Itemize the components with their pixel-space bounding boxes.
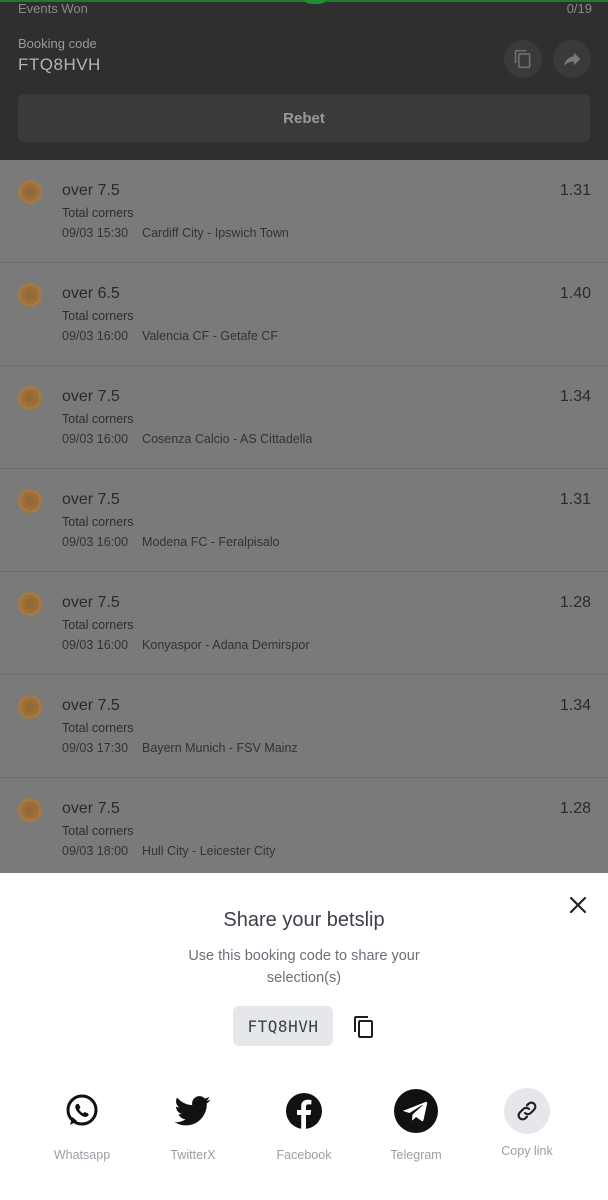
status-coin-icon: [18, 592, 42, 616]
share-twitter-button[interactable]: TwitterX: [143, 1088, 243, 1162]
selection-meta: 09/03 16:00 Valencia CF - Getafe CF: [62, 329, 278, 343]
copy-booking-code-button[interactable]: [351, 1013, 377, 1041]
selection-market: Total corners: [62, 206, 134, 220]
share-arrow-icon: [563, 52, 581, 67]
share-telegram-button[interactable]: Telegram: [366, 1088, 466, 1162]
selection-row: over 7.5 Total corners 09/03 16:00 Konyas…: [0, 572, 608, 675]
selection-pick: over 7.5: [62, 697, 120, 714]
selection-pick: over 7.5: [62, 388, 120, 405]
twitter-icon: [170, 1088, 216, 1134]
selection-pick: over 6.5: [62, 285, 120, 302]
selection-odds: 1.34: [559, 697, 591, 714]
match-time: 09/03 16:00: [62, 535, 129, 549]
selection-row: over 7.5 Total corners 09/03 15:30 Cardif…: [0, 160, 608, 263]
match-time: 09/03 16:00: [62, 638, 129, 652]
selection-pick: over 7.5: [62, 182, 120, 199]
selection-pick: over 7.5: [62, 800, 120, 817]
events-won-count: 0/19: [566, 1, 592, 16]
status-coin-icon: [18, 386, 42, 410]
selection-row: over 7.5 Total corners 09/03 16:00 Modena…: [0, 469, 608, 572]
selection-meta: 09/03 15:30 Cardiff City - Ipswich Town: [62, 226, 289, 240]
selection-pick: over 7.5: [62, 594, 120, 611]
selection-odds: 1.28: [559, 800, 591, 817]
status-coin-icon: [18, 180, 42, 204]
match-teams: Bayern Munich - FSV Mainz: [142, 741, 298, 755]
status-indicator: [300, 0, 330, 4]
booking-code-chip[interactable]: FTQ8HVH: [233, 1006, 333, 1046]
copy-link-button[interactable]: Copy link: [477, 1088, 577, 1158]
selection-row: over 6.5 Total corners 09/03 16:00 Valenc…: [0, 263, 608, 366]
events-won-label: Events Won: [18, 1, 88, 16]
match-time: 09/03 16:00: [62, 432, 129, 446]
status-coin-icon: [18, 695, 42, 719]
selection-list: over 7.5 Total corners 09/03 15:30 Cardif…: [0, 160, 608, 881]
share-whatsapp-button[interactable]: Whatsapp: [32, 1088, 132, 1162]
selection-row: over 7.5 Total corners 09/03 16:00 Cosenz…: [0, 366, 608, 469]
match-teams: Hull City - Leicester City: [142, 844, 276, 858]
share-option-label: Whatsapp: [53, 1148, 111, 1162]
share-option-label: TwitterX: [170, 1148, 216, 1162]
selection-odds: 1.28: [559, 594, 591, 611]
selection-meta: 09/03 16:00 Konyaspor - Adana Demirspor: [62, 638, 310, 652]
match-teams: Konyaspor - Adana Demirspor: [142, 638, 310, 652]
sheet-description: Use this booking code to share your sele…: [188, 948, 420, 986]
status-coin-icon: [18, 798, 42, 822]
selection-odds: 1.31: [559, 491, 591, 508]
selection-row: over 7.5 Total corners 09/03 17:30 Bayern…: [0, 675, 608, 778]
whatsapp-icon: [59, 1088, 105, 1134]
sheet-title: Share your betslip: [223, 909, 385, 931]
selection-odds: 1.40: [559, 285, 591, 302]
selection-market: Total corners: [62, 824, 134, 838]
share-option-label: Copy link: [501, 1144, 553, 1158]
copy-icon: [354, 1016, 373, 1038]
selection-odds: 1.31: [559, 182, 591, 199]
selection-meta: 09/03 18:00 Hull City - Leicester City: [62, 844, 275, 858]
copy-icon: [514, 49, 531, 69]
selection-meta: 09/03 17:30 Bayern Munich - FSV Mainz: [62, 741, 298, 755]
match-time: 09/03 15:30: [62, 226, 129, 240]
status-coin-icon: [18, 283, 42, 307]
status-coin-icon: [18, 489, 42, 513]
match-teams: Modena FC - Feralpisalo: [142, 535, 280, 549]
share-facebook-button[interactable]: Facebook: [254, 1088, 354, 1162]
selection-row: over 7.5 Total corners 09/03 18:00 Hull C…: [0, 778, 608, 881]
selection-market: Total corners: [62, 412, 134, 426]
share-option-label: Facebook: [276, 1148, 332, 1162]
selection-odds: 1.34: [559, 388, 591, 405]
booking-code-value: FTQ8HVH: [18, 55, 101, 74]
facebook-icon: [281, 1088, 327, 1134]
match-teams: Valencia CF - Getafe CF: [142, 329, 278, 343]
match-time: 09/03 16:00: [62, 329, 129, 343]
share-button[interactable]: [553, 40, 591, 78]
match-teams: Cosenza Calcio - AS Cittadella: [142, 432, 313, 446]
match-time: 09/03 18:00: [62, 844, 129, 858]
link-icon: [504, 1088, 550, 1134]
selection-market: Total corners: [62, 309, 134, 323]
selection-market: Total corners: [62, 618, 134, 632]
match-time: 09/03 17:30: [62, 741, 129, 755]
rebet-button[interactable]: Rebet: [18, 94, 590, 142]
share-option-label: Telegram: [390, 1148, 442, 1162]
match-teams: Cardiff City - Ipswich Town: [142, 226, 289, 240]
copy-code-button[interactable]: [504, 40, 542, 78]
telegram-icon: [393, 1088, 439, 1134]
betslip-header: Events Won 0/19 Booking code FTQ8HVH Reb…: [0, 0, 608, 160]
selection-market: Total corners: [62, 515, 134, 529]
booking-code-label: Booking code: [18, 36, 97, 51]
selection-market: Total corners: [62, 721, 134, 735]
selection-meta: 09/03 16:00 Modena FC - Feralpisalo: [62, 535, 280, 549]
selection-meta: 09/03 16:00 Cosenza Calcio - AS Cittadell…: [62, 432, 312, 446]
selection-pick: over 7.5: [62, 491, 120, 508]
